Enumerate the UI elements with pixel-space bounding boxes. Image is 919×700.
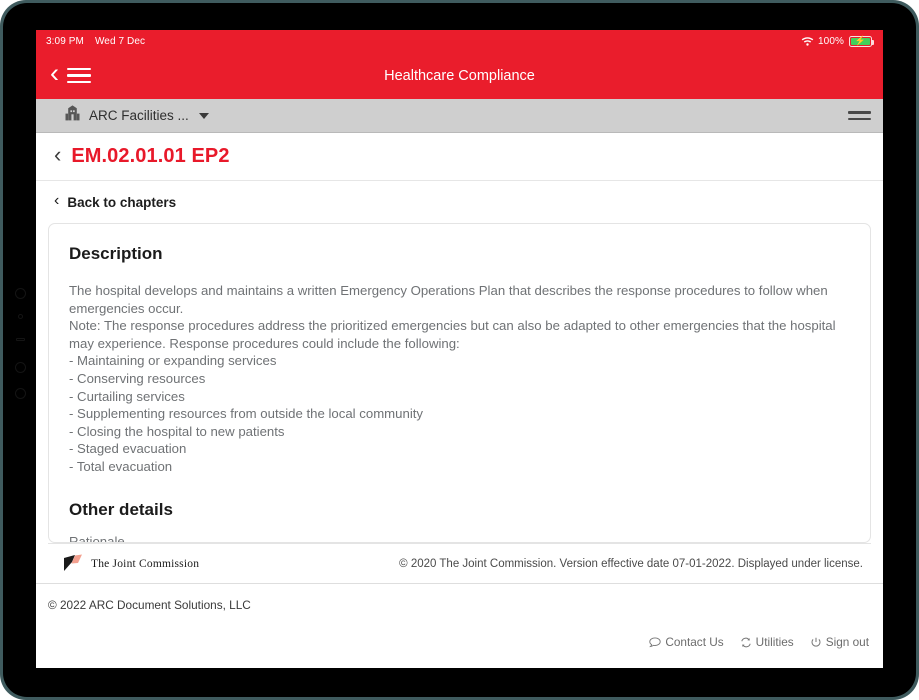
app-title: Healthcare Compliance [384,67,535,84]
back-to-chapters-link[interactable]: ‹ Back to chapters [36,181,883,223]
navbar-back-icon[interactable]: ‹ [48,60,67,91]
content-card-wrapper: Description The hospital develops and ma… [36,223,883,543]
joint-commission-copyright: © 2020 The Joint Commission. Version eff… [399,557,863,570]
app-footer: © 2022 ARC Document Solutions, LLC Conta… [36,583,883,667]
utilities-link[interactable]: Utilities [740,635,794,649]
battery-percent: 100% [818,35,844,47]
refresh-icon [740,637,752,648]
page-title-row: ‹ EM.02.01.01 EP2 [36,133,883,181]
list-item: - Total evacuation [69,458,173,474]
battery-charging-icon: ⚡ [849,35,874,47]
chevron-down-icon [198,112,209,119]
list-item: - Supplementing resources from outside t… [69,406,424,422]
contact-us-label: Contact Us [665,635,724,649]
building-icon [64,105,81,126]
device-side-buttons [13,288,27,406]
joint-commission-footer: The Joint Commission © 2020 The Joint Co… [48,543,871,583]
status-bar: 3:09 PM Wed 7 Dec 100% ⚡ [36,30,883,52]
joint-commission-mark-icon [62,554,88,573]
device-button-5 [14,388,26,399]
back-to-chapters-label: Back to chapters [67,194,177,210]
list-item: - Closing the hospital to new patients [69,423,285,439]
description-body: The hospital develops and maintains a wr… [69,282,850,476]
list-item: - Curtailing services [69,388,185,404]
list-item: - Maintaining or expanding services [69,353,277,369]
status-time: 3:09 PM [46,35,84,47]
contact-us-link[interactable]: Contact Us [649,635,724,649]
content-card: Description The hospital develops and ma… [48,223,871,543]
facility-bar-hamburger-menu-icon[interactable] [848,107,871,124]
facility-selector-bar: ARC Facilities ... [36,99,883,133]
wifi-icon [801,36,814,46]
device-button-4 [14,362,26,373]
footer-links: Contact Us Utilities Sign out [649,635,869,649]
status-date: Wed 7 Dec [94,35,146,47]
page-title: EM.02.01.01 EP2 [71,145,230,167]
joint-commission-logo: The Joint Commission [62,554,199,573]
sign-out-label: Sign out [825,635,869,649]
arc-copyright: © 2022 ARC Document Solutions, LLC [48,598,251,612]
rationale-label: Rationale [69,533,125,543]
app-screen: 3:09 PM Wed 7 Dec 100% ⚡ ‹ Healthcare Co… [36,30,883,668]
procedures-list: - Maintaining or expanding services - Co… [69,352,850,475]
facility-label: ARC Facilities ... [89,108,189,123]
facility-selector[interactable]: ARC Facilities ... [64,105,209,126]
device-button-3 [15,338,25,341]
navbar-hamburger-menu-icon[interactable] [67,61,91,91]
tablet-device-frame: 3:09 PM Wed 7 Dec 100% ⚡ ‹ Healthcare Co… [0,0,919,700]
back-chevron-icon: ‹ [54,191,60,209]
list-item: - Staged evacuation [69,441,187,457]
description-heading: Description [69,244,163,263]
app-navbar: ‹ Healthcare Compliance [36,52,883,99]
chat-bubble-icon [649,636,661,648]
device-button-2 [17,314,23,319]
power-icon [810,637,822,648]
device-button-1 [14,288,26,299]
description-paragraph-2: Note: The response procedures address th… [69,318,836,351]
other-details-heading: Other details [69,499,173,519]
joint-commission-name: The Joint Commission [91,557,200,570]
sign-out-link[interactable]: Sign out [810,635,869,649]
list-item: - Conserving resources [69,370,206,386]
description-paragraph-1: The hospital develops and maintains a wr… [69,283,828,316]
page-back-icon[interactable]: ‹ [54,143,61,170]
utilities-label: Utilities [755,635,794,649]
